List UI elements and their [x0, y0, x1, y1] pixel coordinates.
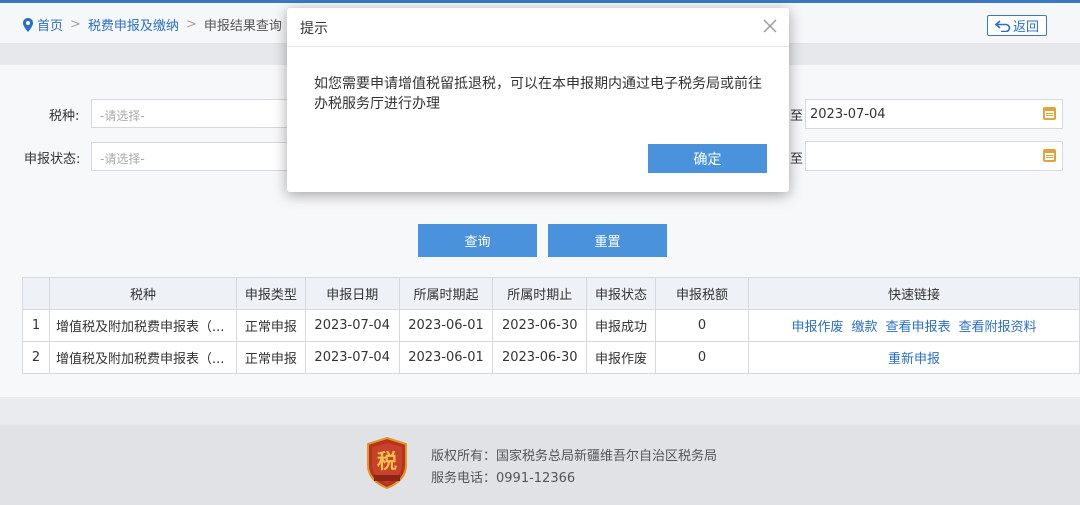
notice-dialog: 提示 如您需要申请增值税留抵退税，可以在本申报期内通过电子税务局或前往办税服务厅… [287, 8, 789, 192]
row-index: 1 [22, 309, 50, 342]
breadcrumb-separator: > [185, 17, 197, 32]
row-status: 申报作废 [586, 341, 656, 374]
row-period-start: 2023-06-01 [398, 309, 494, 342]
breadcrumb-separator: > [70, 17, 81, 32]
index-header [22, 277, 50, 310]
row-type: 正常申报 [236, 309, 306, 342]
table-row: 1 增值税及附加税费申报表（... 正常申报 2023-07-04 2023-0… [22, 309, 1080, 342]
date-end-input-2[interactable] [805, 141, 1063, 171]
row-type: 正常申报 [236, 341, 306, 374]
date-end-input[interactable]: 2023-07-04 [805, 99, 1063, 129]
column-header: 税种 [49, 277, 237, 310]
back-button[interactable]: 返回 [987, 15, 1047, 36]
svg-text:税: 税 [377, 449, 397, 473]
row-amount: 0 [655, 309, 749, 342]
breadcrumb-home[interactable]: 首页 [37, 15, 63, 34]
table-header-row: 税种 申报类型 申报日期 所属时期起 所属时期止 申报状态 申报税额 快速链接 [22, 277, 1080, 310]
close-icon[interactable] [761, 17, 779, 35]
service-phone: 服务电话：0991-12366 [431, 471, 576, 486]
table-row: 2 增值税及附加税费申报表（... 正常申报 2023-07-04 2023-0… [22, 341, 1080, 374]
results-table: 税种 申报类型 申报日期 所属时期起 所属时期止 申报状态 申报税额 快速链接 … [22, 277, 1080, 374]
breadcrumb: 首页 > 税费申报及缴纳 > 申报结果查询 [22, 15, 282, 34]
calendar-icon[interactable] [1043, 149, 1056, 162]
row-date: 2023-07-04 [304, 341, 400, 374]
date-to-label-2: 至 [790, 152, 804, 167]
row-period-start: 2023-06-01 [398, 341, 494, 374]
reset-button[interactable]: 重置 [548, 224, 667, 257]
row-tax: 增值税及附加税费申报表（... [49, 341, 237, 374]
breadcrumb-section[interactable]: 税费申报及缴纳 [88, 15, 179, 34]
breadcrumb-current: 申报结果查询 [203, 19, 282, 34]
date-end-value: 2023-07-04 [810, 107, 886, 122]
dialog-header: 提示 [287, 8, 789, 47]
back-label: 返回 [1012, 20, 1039, 35]
column-header: 申报日期 [304, 277, 400, 310]
status-select[interactable]: -请选择- [91, 142, 291, 171]
footer [0, 425, 1080, 505]
dialog-message: 如您需要申请增值税留抵退税，可以在本申报期内通过电子税务局或前往办税服务厅进行办… [314, 76, 762, 112]
copyright-text: 版权所有：国家税务总局新疆维吾尔自治区税务局 [431, 449, 718, 464]
confirm-button[interactable]: 确定 [648, 144, 767, 173]
view-attachments-link[interactable]: 查看附报资料 [959, 320, 1037, 335]
status-placeholder: -请选择- [100, 152, 145, 166]
column-header: 申报税额 [655, 277, 749, 310]
column-header: 所属时期止 [492, 277, 588, 310]
view-declaration-link[interactable]: 查看申报表 [886, 320, 951, 335]
row-links: 申报作废 缴款 查看申报表 查看附报资料 [748, 309, 1080, 342]
query-button[interactable]: 查询 [418, 224, 537, 257]
status-label: 申报状态: [24, 152, 81, 167]
row-period-end: 2023-06-30 [492, 309, 588, 342]
column-header: 所属时期起 [398, 277, 494, 310]
return-arrow-icon [994, 19, 1011, 32]
column-header: 申报状态 [586, 277, 656, 310]
column-header: 申报类型 [236, 277, 306, 310]
dialog-title: 提示 [300, 21, 328, 37]
tax-type-label: 税种: [49, 109, 80, 124]
row-amount: 0 [655, 341, 749, 374]
tax-type-placeholder: -请选择- [100, 109, 145, 123]
calendar-icon[interactable] [1043, 107, 1056, 120]
tax-type-select[interactable]: -请选择- [91, 99, 291, 128]
location-pin-icon [23, 17, 33, 32]
row-date: 2023-07-04 [304, 309, 400, 342]
row-links: 重新申报 [748, 341, 1080, 374]
row-tax: 增值税及附加税费申报表（... [49, 309, 237, 342]
redeclare-link[interactable]: 重新申报 [888, 352, 940, 367]
date-to-label: 至 [790, 109, 804, 124]
row-index: 2 [22, 341, 50, 374]
pay-link[interactable]: 缴款 [851, 320, 877, 335]
row-status: 申报成功 [586, 309, 656, 342]
tax-emblem-logo: 税 [367, 437, 407, 489]
footer-band [0, 397, 1080, 425]
column-header: 快速链接 [748, 277, 1080, 310]
row-period-end: 2023-06-30 [492, 341, 588, 374]
void-declaration-link[interactable]: 申报作废 [791, 320, 843, 335]
